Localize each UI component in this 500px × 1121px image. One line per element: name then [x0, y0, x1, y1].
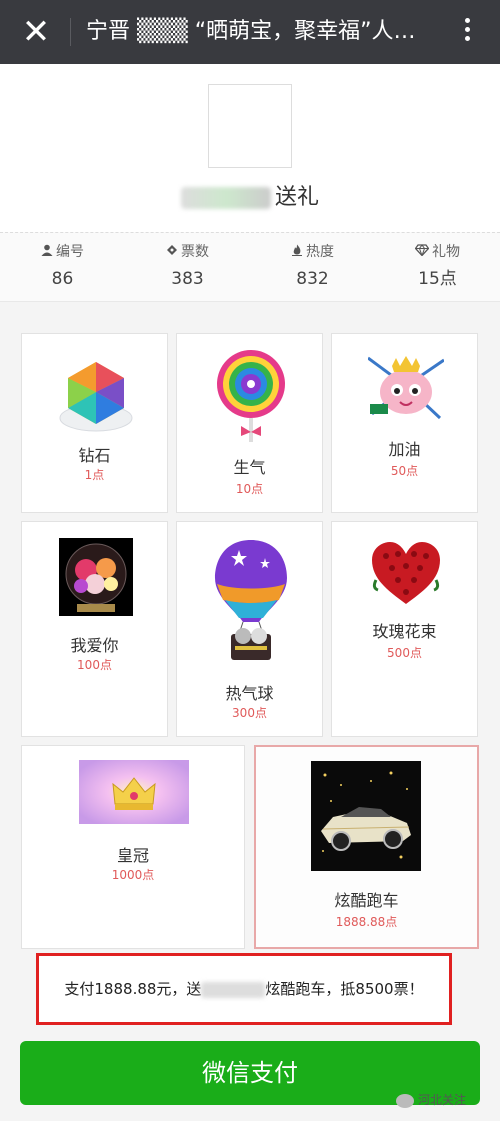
gift-name: 生气: [233, 458, 266, 477]
avatar: [208, 84, 292, 168]
gift-price: 300点: [232, 706, 267, 720]
blurred-name: [180, 187, 271, 209]
gift-card-crown[interactable]: 皇冠 1000点: [21, 745, 245, 949]
summary-prefix: 支付1888.88元，送: [64, 980, 202, 998]
watermark: 河北关注: [396, 1088, 492, 1112]
profile-name: 送礼: [150, 182, 350, 214]
divider: [70, 18, 71, 46]
stat-label: 礼物: [432, 244, 460, 260]
gift-price: 50点: [390, 464, 419, 478]
watermark-text: 河北关注: [418, 1093, 467, 1107]
crown-gift-icon: [79, 760, 189, 824]
gift-price: 100点: [77, 658, 112, 672]
payment-summary: 支付1888.88元，送 炫酷跑车，抵8500票！: [36, 953, 452, 1025]
gift-price: 500点: [387, 646, 422, 660]
gift-card-cheer[interactable]: 加油 50点: [331, 333, 478, 513]
gift-name: 皇冠: [116, 846, 149, 865]
stat-gifts: 礼物 15点: [375, 241, 500, 297]
stat-value: 15点: [418, 269, 457, 289]
gift-name: 玫瑰花束: [372, 622, 437, 641]
gift-price: 1888.88点: [335, 915, 398, 929]
ticket-icon: [166, 242, 178, 264]
stat-votes: 票数 383: [125, 241, 250, 297]
gift-price: 1000点: [111, 868, 155, 882]
top-bar: ✕ 宁晋 ▒▒▒ “晒萌宝，聚幸福”人…: [0, 0, 500, 64]
stat-heat: 热度 832: [250, 241, 375, 297]
gift-card-angry[interactable]: 生气 10点: [176, 333, 323, 513]
gift-card-balloon[interactable]: 热气球 300点: [176, 521, 323, 737]
lollipop-gift-icon: [217, 350, 285, 442]
wechat-logo-icon: [396, 1093, 414, 1108]
summary-suffix: 炫酷跑车，抵8500票！: [265, 980, 424, 998]
gift-card-rose-bouquet[interactable]: 玫瑰花束 500点: [331, 521, 478, 737]
gift-price: 1点: [84, 468, 105, 482]
gift-name: 热气球: [225, 684, 274, 703]
stat-label: 编号: [56, 244, 84, 260]
blurred-recipient: [201, 981, 266, 998]
stat-value: 86: [51, 269, 74, 289]
page-title: 宁晋 ▒▒▒ “晒萌宝，聚幸福”人…: [86, 19, 416, 44]
diamond-gift-icon: [59, 362, 133, 432]
cheer-gift-icon: [368, 348, 444, 424]
gift-card-diamond[interactable]: 钻石 1点: [21, 333, 168, 513]
gift-card-love-you[interactable]: 我爱你 100点: [21, 521, 168, 737]
stat-label: 票数: [181, 244, 209, 260]
stats-bar: 编号 86 票数 383 热度 832 礼物 15点: [0, 232, 500, 302]
close-icon[interactable]: ✕: [18, 14, 54, 50]
stat-number: 编号 86: [0, 241, 125, 297]
gift-name: 炫酷跑车: [334, 891, 399, 910]
flame-icon: [291, 242, 303, 264]
hot-air-balloon-gift-icon: [215, 540, 287, 660]
gift-card-sports-car-selected[interactable]: 炫酷跑车 1888.88点: [254, 745, 479, 949]
gift-name: 加油: [388, 440, 421, 459]
stat-value: 383: [171, 269, 204, 289]
diamond-icon: [414, 242, 430, 264]
gift-name: 我爱你: [70, 636, 119, 655]
profile-section: 送礼: [0, 64, 500, 232]
person-icon: [41, 242, 53, 264]
rose-heart-gift-icon: [372, 542, 440, 604]
stat-label: 热度: [306, 244, 334, 260]
flower-globe-gift-icon: [59, 538, 133, 616]
name-suffix: 送礼: [274, 185, 319, 210]
more-vertical-icon[interactable]: [455, 14, 479, 50]
gift-name: 钻石: [78, 446, 111, 465]
gift-price: 10点: [235, 482, 264, 496]
sports-car-gift-icon: [311, 761, 421, 871]
stat-value: 832: [296, 269, 329, 289]
